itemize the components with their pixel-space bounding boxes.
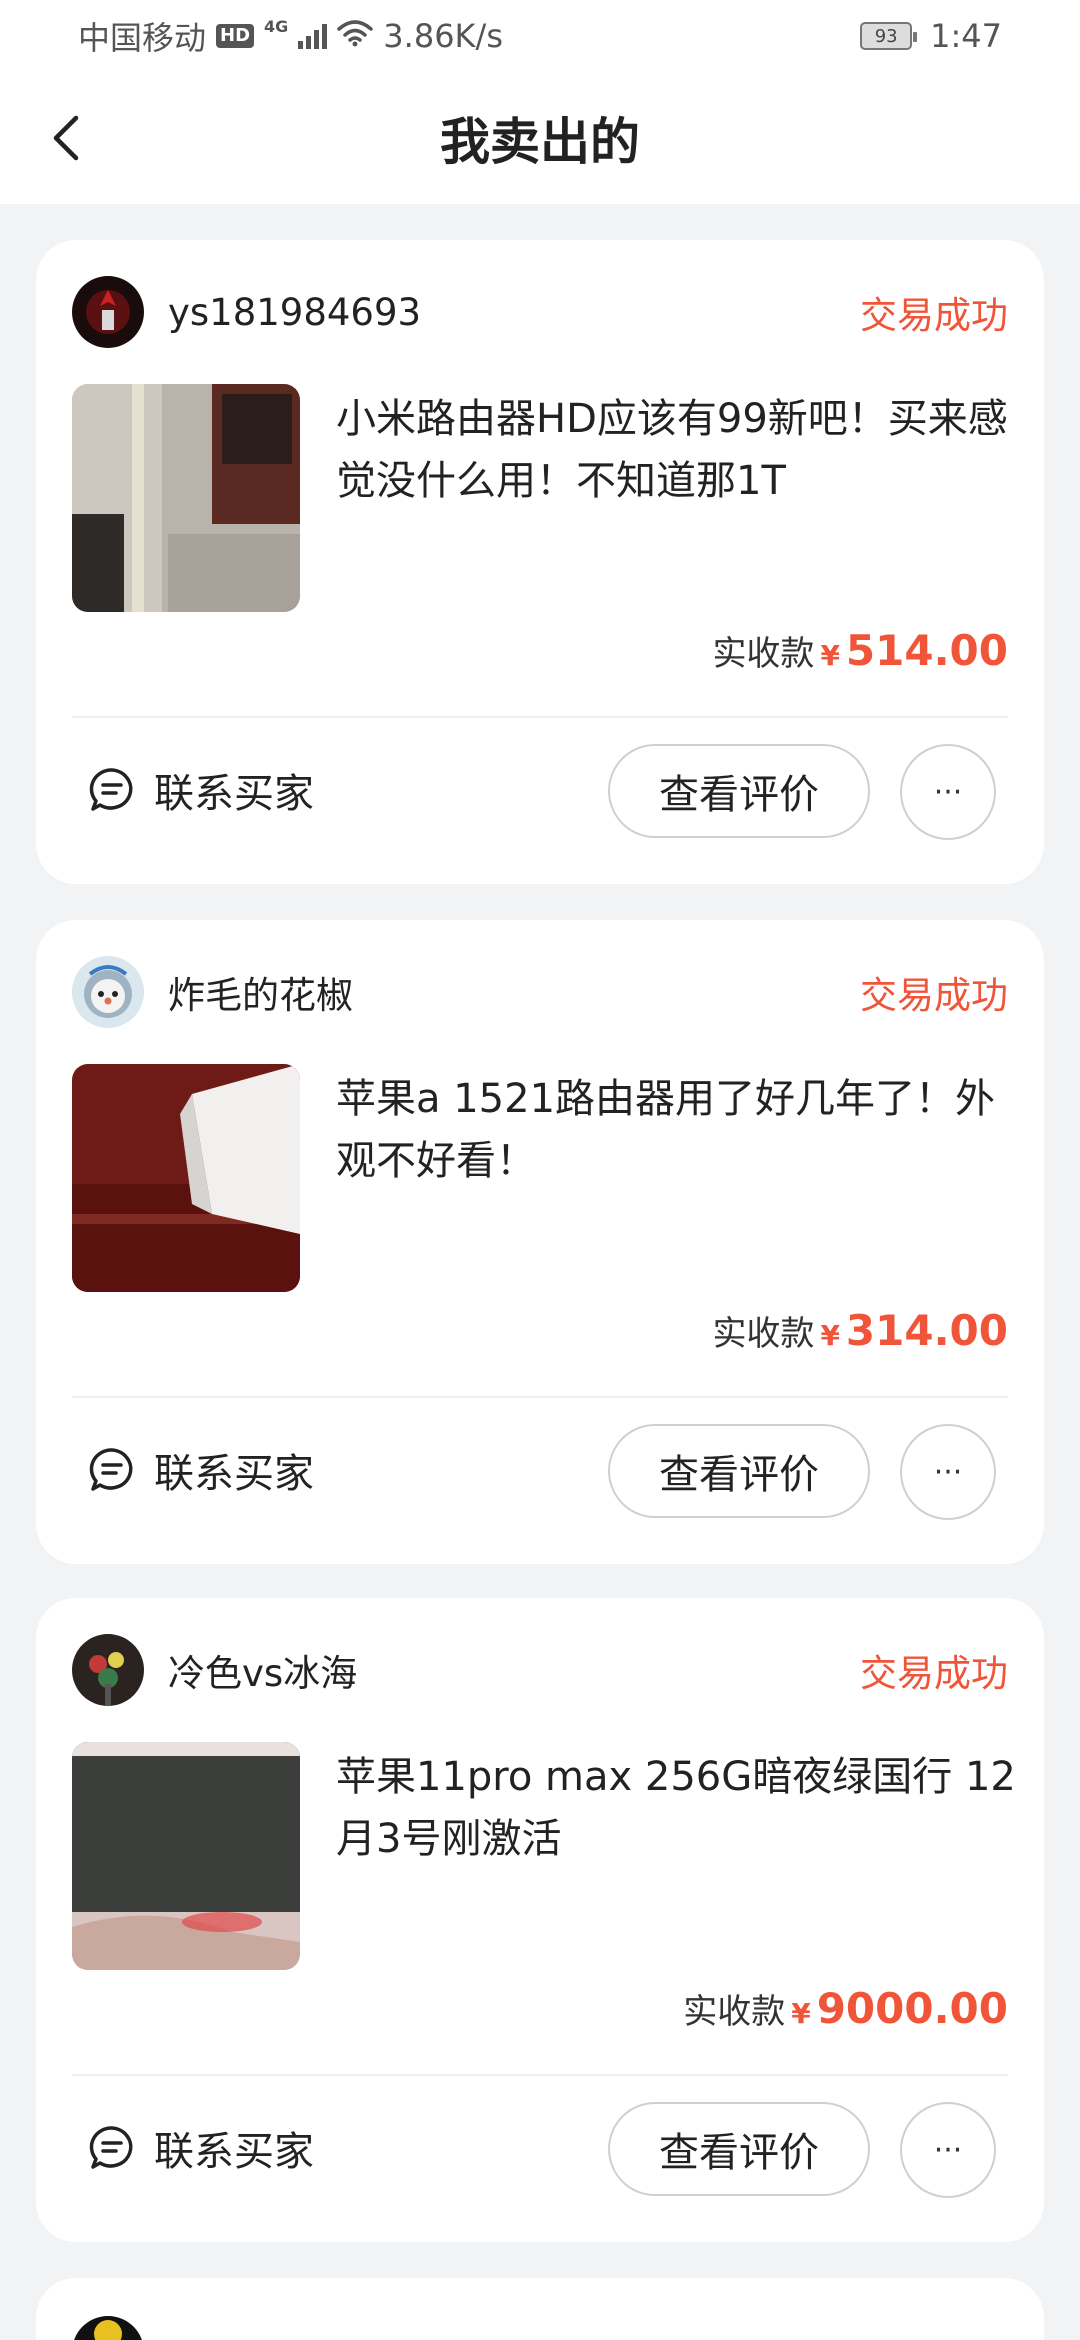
currency-symbol: ¥: [820, 1319, 840, 1352]
battery-icon: 93: [860, 22, 918, 50]
product-thumbnail[interactable]: [72, 1742, 300, 1970]
view-review-button[interactable]: 查看评价: [608, 1424, 870, 1518]
avatar[interactable]: [72, 276, 144, 348]
avatar[interactable]: [72, 1634, 144, 1706]
battery-level: 93: [874, 25, 898, 47]
chat-bubble-icon: [89, 1448, 133, 1491]
order-status: 交易成功: [860, 1652, 1008, 1695]
product-thumbnail[interactable]: [72, 1064, 300, 1292]
signal-icon: [298, 23, 328, 49]
product-description[interactable]: 苹果11pro max 256G暗夜绿国行 12月3号刚激活: [336, 1746, 1016, 1870]
status-bar: 中国移动 HD 4G 3.86K/s 93 1:47: [0, 0, 1080, 72]
product-description[interactable]: 小米路由器HD应该有99新吧！买来感觉没什么用！不知道那1T: [336, 388, 1016, 512]
currency-symbol: ¥: [820, 639, 840, 672]
back-button[interactable]: [36, 106, 100, 170]
price-label: 实收款: [683, 1992, 786, 2032]
page-title: 我卖出的: [440, 113, 640, 171]
chat-bubble-icon: [89, 768, 133, 811]
price-row: 实收款 ¥ 314.00: [712, 1306, 1008, 1355]
price-label: 实收款: [712, 1314, 815, 1354]
order-card[interactable]: ys181984693 交易成功 小米路由器HD应该有99新吧！买来感觉没什么用…: [36, 240, 1044, 884]
avatar[interactable]: [72, 956, 144, 1028]
price-value: 314.00: [845, 1306, 1008, 1355]
carrier-label: 中国移动: [78, 19, 207, 57]
contact-buyer-button[interactable]: 联系买家: [88, 750, 314, 830]
hd-icon: HD: [216, 24, 255, 48]
product-thumbnail[interactable]: [72, 384, 300, 612]
page-header: 我卖出的: [0, 72, 1080, 204]
seller-name[interactable]: 炸毛的花椒: [168, 965, 353, 1019]
contact-buyer-button[interactable]: 联系买家: [88, 1430, 314, 1510]
order-card[interactable]: 冷色vs冰海 交易成功 苹果11pro max 256G暗夜绿国行 12月3号刚…: [36, 1598, 1044, 2242]
avatar[interactable]: [72, 2316, 144, 2340]
divider: [72, 716, 1008, 718]
chat-bubble-icon: [89, 2126, 133, 2169]
price-label: 实收款: [712, 634, 815, 674]
order-status: 交易成功: [860, 974, 1008, 1017]
more-options-button[interactable]: ···: [900, 2102, 996, 2198]
wifi-icon: [337, 17, 374, 55]
price-value: 514.00: [845, 626, 1008, 675]
contact-buyer-label: 联系买家: [154, 1451, 314, 1497]
order-card-partial[interactable]: [36, 2278, 1044, 2340]
currency-symbol: ¥: [791, 1997, 811, 2030]
contact-buyer-label: 联系买家: [154, 771, 314, 817]
contact-buyer-label: 联系买家: [154, 2129, 314, 2175]
price-value: 9000.00: [816, 1984, 1008, 2033]
clock: 1:47: [930, 17, 1002, 55]
product-description[interactable]: 苹果a 1521路由器用了好几年了！外观不好看！: [336, 1068, 1016, 1192]
contact-buyer-button[interactable]: 联系买家: [88, 2108, 314, 2188]
seller-name[interactable]: ys181984693: [168, 291, 421, 334]
divider: [72, 2074, 1008, 2076]
more-options-button[interactable]: ···: [900, 1424, 996, 1520]
view-review-button[interactable]: 查看评价: [608, 2102, 870, 2196]
price-row: 实收款 ¥ 514.00: [712, 626, 1008, 675]
price-row: 实收款 ¥ 9000.00: [683, 1984, 1008, 2033]
view-review-button[interactable]: 查看评价: [608, 744, 870, 838]
network-type-label: 4G: [264, 16, 289, 36]
divider: [72, 1396, 1008, 1398]
order-status: 交易成功: [860, 294, 1008, 337]
more-options-button[interactable]: ···: [900, 744, 996, 840]
chevron-left-icon: [53, 115, 79, 161]
seller-name[interactable]: 冷色vs冰海: [168, 1643, 357, 1697]
order-card[interactable]: 炸毛的花椒 交易成功 苹果a 1521路由器用了好几年了！外观不好看！ 实收款 …: [36, 920, 1044, 1564]
network-speed: 3.86K/s: [383, 17, 503, 55]
